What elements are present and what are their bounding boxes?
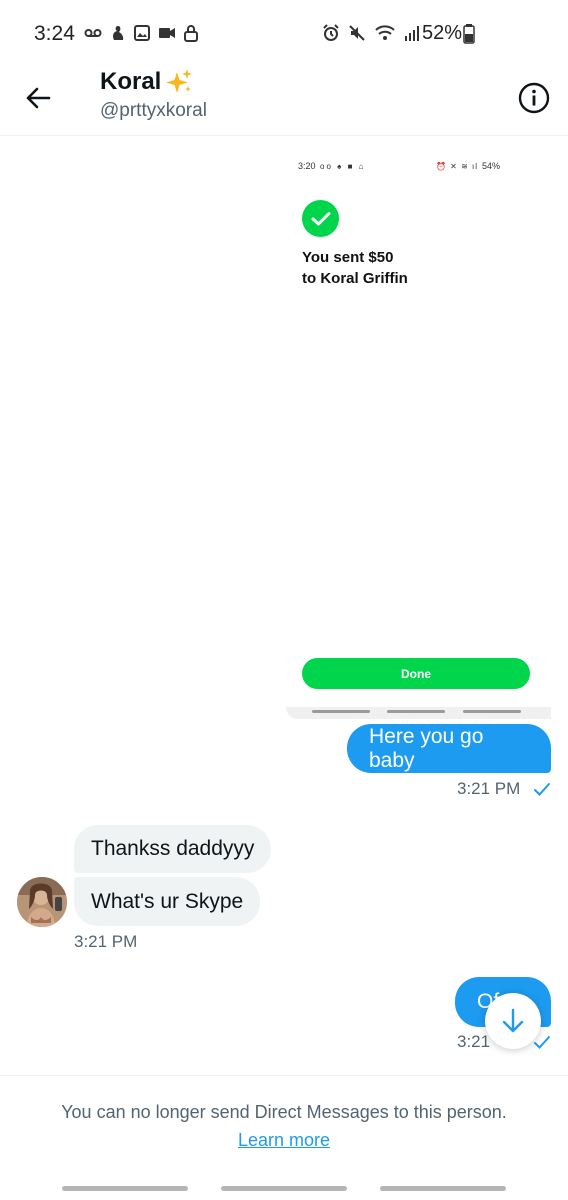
conversation-header: Koral @prttyxkoral <box>0 62 568 136</box>
image-attachment[interactable]: 3:20 oo ♠ ■ ⌂ ⏰ ✕ ≋ ıl 54% You sent $50 … <box>286 145 551 719</box>
status-left-icons <box>84 24 198 42</box>
arrow-down-icon <box>502 1008 524 1033</box>
sparkles-icon <box>166 69 193 93</box>
learn-more-label[interactable]: Learn more <box>238 1130 330 1150</box>
contact-name-row[interactable]: Koral <box>100 68 193 96</box>
message-text: Thankss daddyyy <box>91 837 255 860</box>
wifi-icon <box>375 25 395 40</box>
message-bubble-incoming[interactable]: What's ur Skype <box>74 877 261 926</box>
attachment-battery: 54% <box>482 161 501 171</box>
contact-avatar[interactable] <box>17 877 67 927</box>
attachment-status-icons-left: oo ♠ ■ ⌂ <box>320 162 366 171</box>
message-bubble-incoming[interactable]: Thankss daddyyy <box>74 825 272 873</box>
message-timestamp: 3:21 <box>457 1032 491 1051</box>
voicemail-icon <box>84 29 102 37</box>
checkmark-icon <box>311 211 330 225</box>
notification-icon <box>113 26 124 40</box>
message-timestamp: 3:21 PM <box>457 779 521 798</box>
message-bubble-outgoing[interactable]: Here you go baby <box>347 724 551 773</box>
attachment-nav-line <box>387 710 445 713</box>
attachment-status-time: 3:20 <box>298 161 316 171</box>
attachment-nav-line <box>463 710 521 713</box>
message-text: What's ur Skype <box>91 889 244 913</box>
attachment-status-icons-right: ⏰ ✕ ≋ ıl <box>436 162 479 171</box>
attachment-nav-line <box>312 710 370 713</box>
payment-success-icon <box>302 200 339 237</box>
system-nav-line <box>62 1186 188 1191</box>
system-nav-line <box>221 1186 347 1191</box>
system-nav-line <box>380 1186 506 1191</box>
mute-icon <box>349 25 365 41</box>
status-right-icons <box>322 24 422 42</box>
message-text: Here you go baby <box>369 724 484 772</box>
gallery-icon <box>134 25 150 41</box>
payment-sent-amount: You sent $50 <box>302 249 394 266</box>
battery-icon <box>463 24 475 44</box>
scroll-to-bottom-button[interactable] <box>485 993 541 1049</box>
battery-percent: 52% <box>422 22 463 44</box>
attachment-done-button: Done <box>302 658 530 689</box>
conversation-info-button[interactable] <box>518 82 550 114</box>
arrow-left-icon <box>26 87 51 109</box>
payment-recipient: to Koral Griffin <box>302 270 408 287</box>
alarm-icon <box>323 24 339 41</box>
sent-check-icon <box>534 783 550 796</box>
video-icon <box>159 28 175 38</box>
notice-text: You can no longer send Direct Messages t… <box>61 1102 507 1122</box>
learn-more-link[interactable]: Learn more <box>0 1130 568 1151</box>
lock-icon <box>184 24 198 42</box>
status-time: 3:24 <box>34 22 75 45</box>
attachment-bottom-edge <box>286 707 551 719</box>
contact-handle: @prttyxkoral <box>100 100 207 121</box>
info-icon <box>518 82 550 114</box>
back-button[interactable] <box>22 82 54 114</box>
contact-name: Koral <box>100 68 162 95</box>
message-timestamp: 3:21 PM <box>74 932 138 951</box>
dm-disabled-notice: You can no longer send Direct Messages t… <box>0 1075 568 1165</box>
avatar-image <box>17 877 67 927</box>
signal-icon <box>405 26 419 41</box>
